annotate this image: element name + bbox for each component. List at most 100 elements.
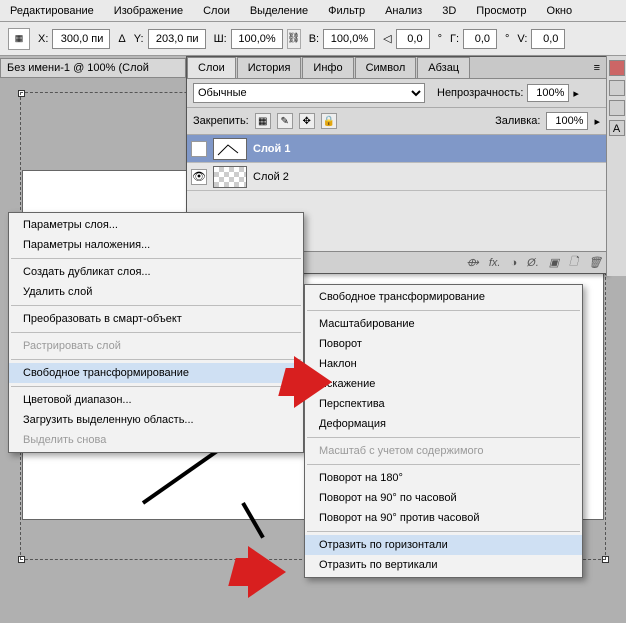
menu-layers[interactable]: Слои: [203, 5, 230, 17]
menu-color-range[interactable]: Цветовой диапазон...: [9, 390, 303, 410]
menu-separator: [11, 386, 301, 387]
submenu-perspective[interactable]: Перспектива: [305, 394, 582, 414]
blend-mode-select[interactable]: Обычные: [193, 83, 425, 103]
x-input[interactable]: [52, 29, 110, 49]
lock-position-icon[interactable]: ✥: [299, 113, 315, 129]
tab-info[interactable]: Инфо: [302, 57, 353, 78]
w-input[interactable]: [231, 29, 283, 49]
layers-mode-row: Обычные Непрозрачность: ▸: [187, 79, 606, 108]
link-icon[interactable]: ⛓: [287, 29, 301, 49]
menu-delete-layer[interactable]: Удалить слой: [9, 282, 303, 302]
tab-history[interactable]: История: [237, 57, 302, 78]
character-panel-icon[interactable]: A: [609, 120, 625, 136]
new-layer-icon[interactable]: 🗋: [569, 253, 578, 272]
lock-all-icon[interactable]: 🔒: [321, 113, 337, 129]
document-tab[interactable]: Без имени-1 @ 100% (Слой: [0, 58, 186, 78]
group-icon[interactable]: ▣: [549, 256, 559, 269]
menu-window[interactable]: Окно: [547, 5, 573, 17]
panel-icon[interactable]: [609, 80, 625, 96]
menu-3d[interactable]: 3D: [442, 5, 456, 17]
layer-name[interactable]: Слой 2: [253, 171, 289, 183]
lock-label: Закрепить:: [193, 115, 249, 127]
menu-separator: [11, 305, 301, 306]
opacity-input[interactable]: [527, 84, 569, 102]
submenu-rotate-90-ccw[interactable]: Поворот на 90° против часовой: [305, 508, 582, 528]
menu-blending-options[interactable]: Параметры наложения...: [9, 235, 303, 255]
menu-layer-properties[interactable]: Параметры слоя...: [9, 215, 303, 235]
submenu-flip-horizontal[interactable]: Отразить по горизонтали: [305, 535, 582, 555]
menu-separator: [307, 464, 580, 465]
layer-row[interactable]: 👁 Слой 1: [187, 135, 606, 163]
opacity-flyout-icon[interactable]: ▸: [573, 87, 579, 100]
submenu-scale[interactable]: Масштабирование: [305, 314, 582, 334]
menu-free-transform[interactable]: Свободное трансформирование: [9, 363, 303, 383]
menu-convert-smart-object[interactable]: Преобразовать в смарт-объект: [9, 309, 303, 329]
panel-menu-icon[interactable]: ≡: [588, 58, 606, 78]
tab-character[interactable]: Символ: [355, 57, 417, 78]
deg-label-2: °: [505, 33, 509, 45]
submenu-rotate[interactable]: Поворот: [305, 334, 582, 354]
visibility-icon[interactable]: 👁: [191, 169, 207, 185]
h-input[interactable]: [323, 29, 375, 49]
fill-input[interactable]: [546, 112, 588, 130]
layer-row[interactable]: 👁 Слой 2: [187, 163, 606, 191]
submenu-free-transform[interactable]: Свободное трансформирование: [305, 287, 582, 307]
submenu-rotate-90-cw[interactable]: Поворот на 90° по часовой: [305, 488, 582, 508]
fx-icon[interactable]: fx.: [489, 257, 501, 269]
deg-label: °: [438, 33, 442, 45]
menu-separator: [11, 359, 301, 360]
layer-context-menu: Параметры слоя... Параметры наложения...…: [8, 212, 304, 453]
menu-separator: [307, 437, 580, 438]
submenu-rotate-180[interactable]: Поворот на 180°: [305, 468, 582, 488]
menu-select[interactable]: Выделение: [250, 5, 308, 17]
document-tab-label: Без имени-1 @ 100% (Слой: [7, 62, 149, 74]
g-label: Г:: [450, 33, 459, 45]
layer-name[interactable]: Слой 1: [253, 143, 290, 155]
angle-icon: ◁: [383, 32, 391, 45]
menu-separator: [307, 310, 580, 311]
submenu-skew[interactable]: Наклон: [305, 354, 582, 374]
submenu-warp[interactable]: Деформация: [305, 414, 582, 434]
x-label: X:: [38, 33, 48, 45]
menu-separator: [11, 332, 301, 333]
menu-view[interactable]: Просмотр: [476, 5, 526, 17]
g-input[interactable]: [463, 29, 497, 49]
menu-separator: [307, 531, 580, 532]
ref-point-icon[interactable]: ▦: [8, 28, 30, 50]
adjustment-icon[interactable]: Ø.: [527, 257, 539, 269]
visibility-icon[interactable]: 👁: [191, 141, 207, 157]
color-swatch-icon[interactable]: [609, 60, 625, 76]
layer-thumb[interactable]: [213, 138, 247, 160]
menu-edit[interactable]: Редактирование: [10, 5, 94, 17]
menu-analysis[interactable]: Анализ: [385, 5, 422, 17]
mask-icon[interactable]: ◑: [510, 257, 517, 269]
tab-layers[interactable]: Слои: [187, 57, 236, 78]
transform-submenu: Свободное трансформирование Масштабирова…: [304, 284, 583, 578]
lock-image-icon[interactable]: ✎: [277, 113, 293, 129]
panel-icon[interactable]: [609, 100, 625, 116]
trash-icon[interactable]: 🗑: [588, 256, 602, 269]
menubar: Редактирование Изображение Слои Выделени…: [0, 0, 626, 22]
fill-flyout-icon[interactable]: ▸: [594, 115, 600, 128]
y-input[interactable]: [148, 29, 206, 49]
tab-paragraph[interactable]: Абзац: [417, 57, 470, 78]
layer-thumb[interactable]: [213, 166, 247, 188]
menu-rasterize-layer: Растрировать слой: [9, 336, 303, 356]
menu-filter[interactable]: Фильтр: [328, 5, 365, 17]
v-input[interactable]: [531, 29, 565, 49]
submenu-flip-vertical[interactable]: Отразить по вертикали: [305, 555, 582, 575]
menu-load-selection[interactable]: Загрузить выделенную область...: [9, 410, 303, 430]
lock-transparent-icon[interactable]: ▦: [255, 113, 271, 129]
submenu-distort[interactable]: Искажение: [305, 374, 582, 394]
menu-image[interactable]: Изображение: [114, 5, 183, 17]
options-bar: ▦ X: Δ Y: Ш: ⛓ В: ◁ ° Г: ° V:: [0, 22, 626, 56]
v-label: V:: [517, 33, 527, 45]
menu-separator: [11, 258, 301, 259]
link-layers-icon[interactable]: ⟴: [466, 256, 479, 269]
layers-panel-tabs: Слои История Инфо Символ Абзац ≡: [187, 57, 606, 79]
menu-duplicate-layer[interactable]: Создать дубликат слоя...: [9, 262, 303, 282]
delta-icon[interactable]: Δ: [118, 33, 125, 45]
angle-input[interactable]: [396, 29, 430, 49]
menu-reselect: Выделить снова: [9, 430, 303, 450]
opacity-label: Непрозрачность:: [437, 87, 523, 99]
